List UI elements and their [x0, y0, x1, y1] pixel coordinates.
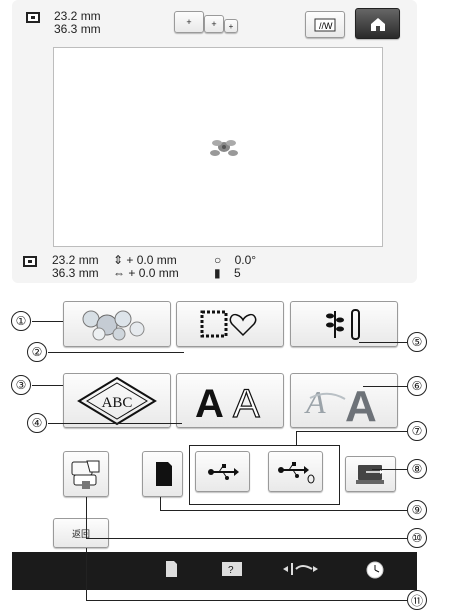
bottom-toolbar: [12, 552, 417, 590]
embroidery-pattern-icon: [210, 140, 238, 156]
callout-line-4: [48, 423, 182, 424]
callout-line-2: [48, 352, 184, 353]
monogram-button[interactable]: ABC: [63, 373, 171, 428]
embroidery-memory-button[interactable]: [63, 451, 109, 497]
flower-pattern-icon: [82, 310, 145, 341]
size-icon: [26, 12, 40, 23]
hoop-size-1: +: [174, 11, 204, 33]
usb-mouse-icon: [277, 461, 314, 483]
svg-text:A: A: [195, 382, 224, 425]
callout-2: ②: [27, 342, 47, 362]
callout-line-9-v: [160, 497, 161, 510]
usb-icon: [207, 463, 239, 480]
top-height-value: 36.3 mm: [54, 22, 101, 36]
decorative-alphabet-icon: A A: [304, 382, 377, 425]
callout-10: ⑩: [407, 528, 427, 548]
frame-shapes-icon: [200, 310, 257, 338]
offset-info: ⇕ + 0.0 mm ⇔ + 0.0 mm: [113, 254, 179, 280]
memory-card-button[interactable]: [142, 451, 183, 497]
usb-port-1-button[interactable]: [195, 451, 250, 492]
callout-6: ⑥: [407, 376, 427, 396]
callout-line-1: [32, 321, 63, 322]
utility-pattern-button[interactable]: [290, 301, 398, 347]
presser-foot-icon[interactable]: [280, 560, 320, 581]
angle-color-info: ○ 0.0° ▮ 5: [214, 254, 256, 280]
bottom-size-info: 23.2 mm 36.3 mm: [52, 254, 99, 280]
thread-icon: ▮: [214, 266, 234, 280]
home-icon: [370, 17, 385, 31]
embroidery-machine-icon: [71, 460, 100, 489]
pattern-category-button[interactable]: [63, 301, 171, 347]
callout-line-5: [359, 342, 407, 343]
usb-port-2-button[interactable]: [268, 451, 323, 492]
svg-text:A: A: [304, 384, 326, 420]
memory-card-icon: [155, 462, 172, 486]
callout-3: ③: [11, 375, 31, 395]
color-count-value: 5: [233, 266, 241, 280]
page-icon[interactable]: [164, 560, 178, 581]
hoop-size-3: +: [224, 19, 238, 33]
vertical-offset-icon: ⇕ +: [113, 253, 137, 267]
callout-line-9: [160, 510, 407, 511]
home-button[interactable]: [355, 8, 400, 39]
callout-4: ④: [27, 413, 47, 433]
callout-line-10: [86, 538, 407, 539]
character-button[interactable]: A A: [176, 373, 284, 428]
help-icon[interactable]: ?: [220, 560, 244, 581]
svg-text:A: A: [345, 382, 377, 425]
decorative-alphabet-button[interactable]: A A: [290, 373, 398, 428]
callout-1: ①: [11, 311, 31, 331]
bottom-height-value: 36.3 mm: [52, 266, 99, 280]
callout-5: ⑤: [407, 332, 427, 352]
callout-bracket-right: [339, 445, 340, 504]
rotate-icon: ○: [214, 253, 235, 267]
callout-line-11: [86, 600, 407, 601]
alphabet-icon: A A: [195, 381, 261, 425]
callout-line-10-v: [86, 497, 87, 538]
callout-9: ⑨: [407, 500, 427, 520]
svg-text://W: //W: [319, 21, 333, 31]
back-button[interactable]: 返回: [53, 518, 109, 548]
callout-line-7-v: [296, 431, 297, 445]
callout-line-11-v: [86, 548, 87, 600]
computer-button[interactable]: [345, 456, 396, 492]
callout-bracket-top: [189, 445, 339, 446]
hoop-size-2: +: [204, 15, 224, 33]
toggle-icon: //W: [314, 18, 336, 31]
computer-usb-icon: [355, 465, 384, 484]
monogram-icon: ABC: [77, 376, 157, 425]
clock-icon[interactable]: [365, 560, 385, 583]
top-size-info: 23.2 mm 36.3 mm: [54, 10, 101, 36]
vertical-offset-value: 0.0 mm: [136, 253, 177, 267]
embroidery-preview: [53, 47, 383, 247]
callout-bracket-left: [189, 445, 190, 504]
callout-line-6: [363, 386, 407, 387]
callout-11: ⑪: [407, 590, 427, 610]
horizontal-offset-value: 0.0 mm: [138, 266, 179, 280]
size-icon-bottom: [23, 256, 37, 267]
callout-bracket-bottom: [189, 504, 340, 505]
callout-line-3: [32, 385, 63, 386]
toggle-button[interactable]: //W: [305, 11, 345, 38]
callout-line-7: [296, 431, 407, 432]
callout-8: ⑧: [407, 459, 427, 479]
horizontal-offset-icon: ⇔ +: [113, 266, 139, 280]
svg-text:ABC: ABC: [102, 395, 133, 411]
svg-text:A: A: [233, 382, 260, 425]
frame-pattern-button[interactable]: [176, 301, 284, 347]
vine-bar-icon: [326, 309, 360, 340]
callout-line-8: [372, 469, 407, 470]
angle-value: 0.0°: [234, 253, 257, 267]
hoop-size-group: + + +: [174, 11, 254, 37]
svg-text:?: ?: [228, 565, 234, 576]
callout-7: ⑦: [407, 421, 427, 441]
